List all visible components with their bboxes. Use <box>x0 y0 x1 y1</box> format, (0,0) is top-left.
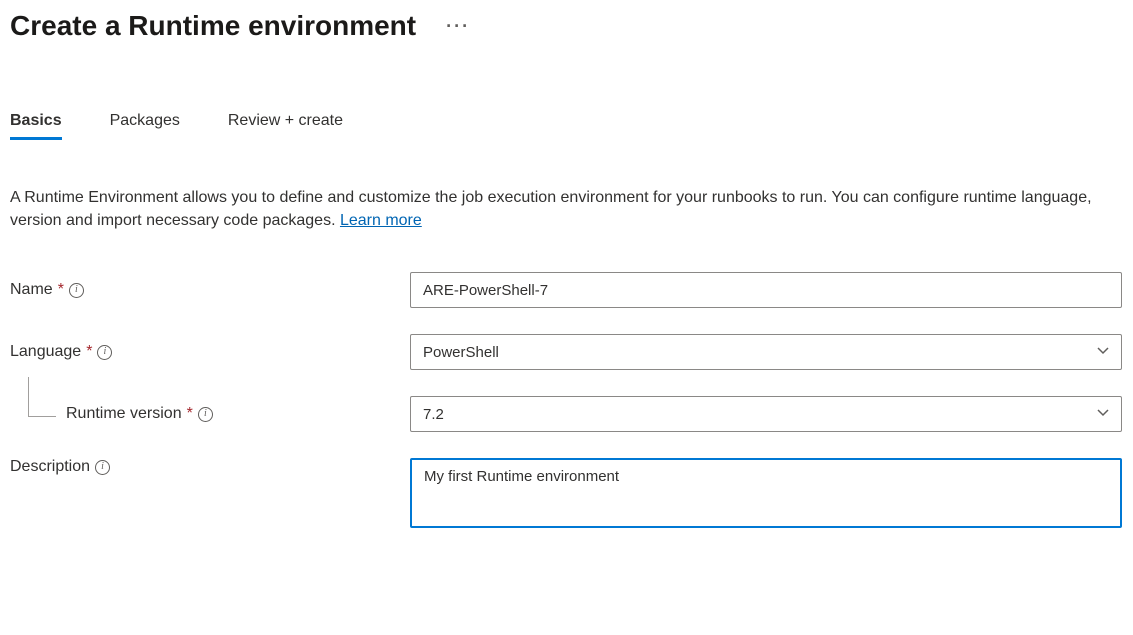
info-icon[interactable]: i <box>69 283 84 298</box>
tabs: Basics Packages Review + create <box>10 112 1123 138</box>
tab-basics[interactable]: Basics <box>10 112 62 138</box>
info-icon[interactable]: i <box>97 345 112 360</box>
tab-packages[interactable]: Packages <box>110 112 180 138</box>
tree-connector <box>28 377 56 417</box>
name-label: Name * i <box>10 281 410 299</box>
learn-more-link[interactable]: Learn more <box>340 212 422 229</box>
language-label-text: Language <box>10 343 81 361</box>
info-icon[interactable]: i <box>198 407 213 422</box>
runtime-version-select[interactable] <box>410 396 1122 432</box>
basics-form: Name * i Language * i Runtime version * … <box>10 272 1123 528</box>
runtime-version-label-text: Runtime version <box>66 405 182 423</box>
more-actions-icon[interactable]: ··· <box>446 16 470 37</box>
description-label: Description i <box>10 458 410 476</box>
language-label: Language * i <box>10 343 410 361</box>
name-label-text: Name <box>10 281 53 299</box>
intro-description: A Runtime Environment allows you to defi… <box>10 189 1092 229</box>
runtime-version-label: Runtime version * i <box>10 405 410 423</box>
language-select[interactable] <box>410 334 1122 370</box>
info-icon[interactable]: i <box>95 460 110 475</box>
required-indicator: * <box>86 343 92 361</box>
name-input[interactable] <box>410 272 1122 308</box>
description-textarea[interactable]: My first Runtime environment <box>410 458 1122 528</box>
required-indicator: * <box>58 281 64 299</box>
required-indicator: * <box>187 405 193 423</box>
intro-text: A Runtime Environment allows you to defi… <box>10 186 1110 232</box>
description-label-text: Description <box>10 458 90 476</box>
tab-review-create[interactable]: Review + create <box>228 112 343 138</box>
page-title: Create a Runtime environment <box>10 10 416 42</box>
